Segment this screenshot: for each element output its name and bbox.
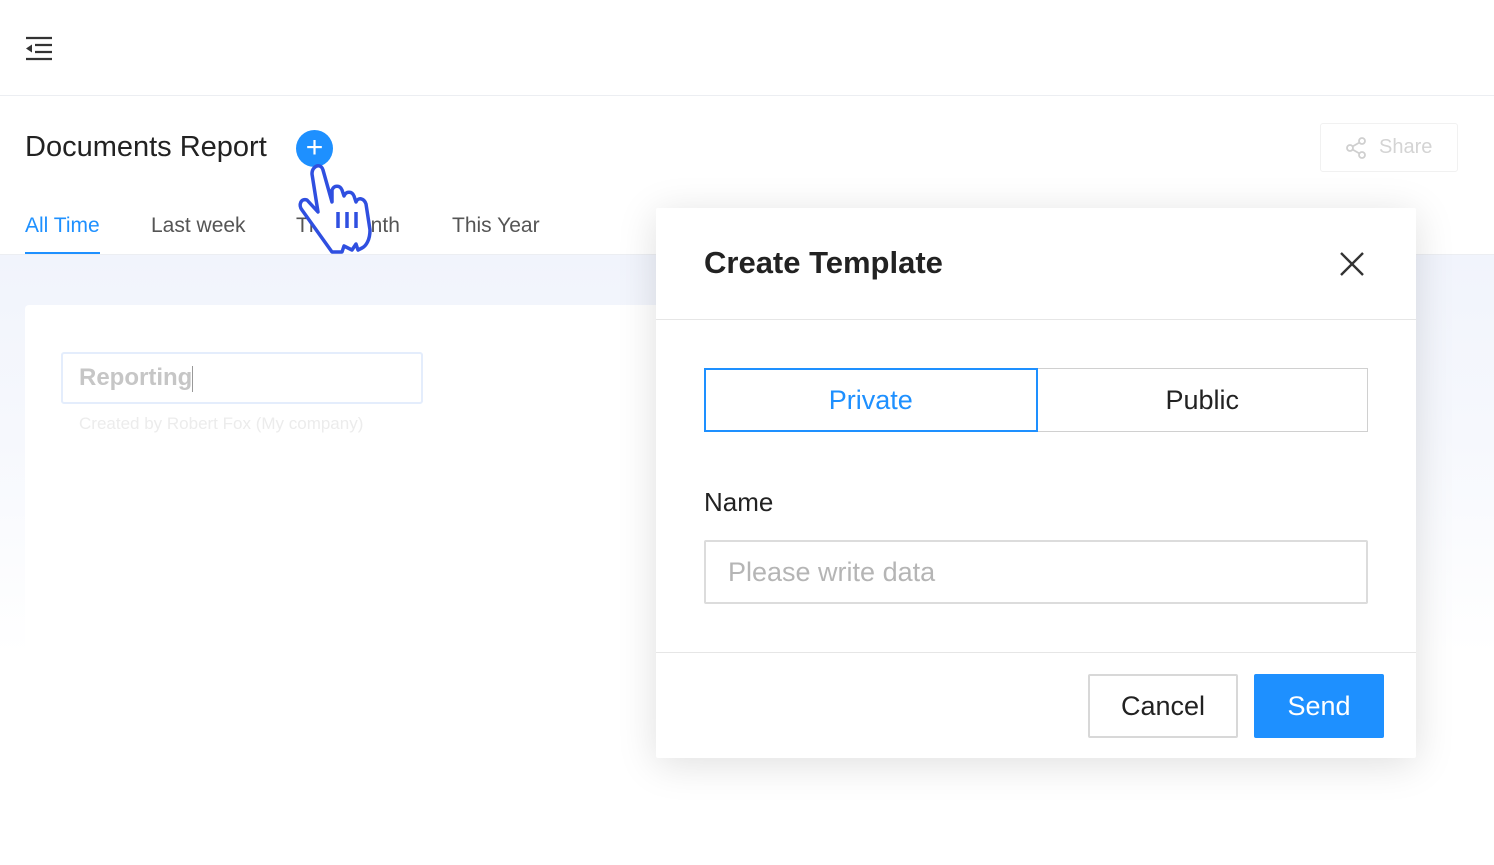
tab-all-time[interactable]: All Time xyxy=(25,214,100,254)
visibility-toggle: Private Public xyxy=(704,368,1368,432)
name-label: Name xyxy=(704,487,774,517)
tab-this-year[interactable]: This Year xyxy=(452,214,540,252)
dialog-title: Create Template xyxy=(704,245,943,280)
dialog-footer-divider xyxy=(656,652,1416,653)
share-button[interactable]: Share xyxy=(1320,123,1458,172)
tab-last-week[interactable]: Last week xyxy=(151,214,246,252)
share-label: Share xyxy=(1379,136,1433,158)
public-option[interactable]: Public xyxy=(1037,368,1368,432)
menu-collapse-icon[interactable] xyxy=(24,34,54,62)
created-by-text: Created by Robert Fox (My company) xyxy=(79,414,364,433)
private-option[interactable]: Private xyxy=(704,368,1038,432)
share-icon xyxy=(1346,136,1366,159)
dialog-header: Create Template xyxy=(656,208,1416,320)
text-caret xyxy=(192,365,194,392)
hand-pointer-cursor-icon xyxy=(298,164,372,254)
document-name-input[interactable]: Reporting xyxy=(61,352,423,404)
create-template-dialog: Create Template Private Public Name Canc… xyxy=(656,208,1416,758)
top-bar xyxy=(0,0,1494,96)
name-input[interactable] xyxy=(704,540,1368,604)
cancel-button[interactable]: Cancel xyxy=(1088,674,1238,738)
page-title: Documents Report xyxy=(25,131,267,163)
send-button[interactable]: Send xyxy=(1254,674,1384,738)
close-icon[interactable] xyxy=(1338,250,1366,278)
document-name-value: Reporting xyxy=(79,364,193,391)
